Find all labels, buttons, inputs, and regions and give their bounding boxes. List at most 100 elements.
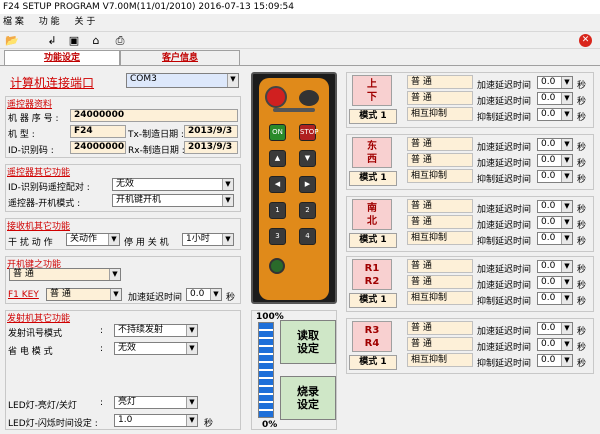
axis-button[interactable]: 上 下: [352, 75, 392, 106]
close-icon[interactable]: ✕: [579, 34, 592, 47]
axis-row1-mode[interactable]: 普 通: [407, 75, 473, 89]
stop-select[interactable]: 1小时 ▼: [182, 233, 234, 246]
write-settings-label: 烧录 设定: [297, 385, 319, 411]
axis-row1-mode[interactable]: 普 通: [407, 259, 473, 273]
chevron-down-icon: ▼: [561, 217, 572, 228]
menubar: 檔 案 功 能 关 于: [0, 14, 600, 31]
accel-delay-label: 加速延迟时间: [477, 81, 532, 91]
write-settings-button[interactable]: 烧录 设定: [280, 376, 336, 420]
axis-button[interactable]: 东 西: [352, 137, 392, 168]
accel-delay-label: 加速延迟时间: [477, 265, 532, 275]
chevron-down-icon: ▼: [561, 139, 572, 150]
axis-button[interactable]: 南 北: [352, 199, 392, 230]
axis-row2-mode[interactable]: 普 通: [407, 215, 473, 229]
remote-key-2: 2: [299, 202, 316, 219]
delay-select[interactable]: 0.0 ▼: [537, 292, 573, 305]
port-select[interactable]: COM3 ▼: [126, 73, 239, 88]
power-save-select[interactable]: 无效 ▼: [114, 342, 198, 355]
axis-mode-select[interactable]: 模式 1: [349, 233, 397, 248]
delay-select[interactable]: 0.0 ▼: [537, 276, 573, 289]
delay-select[interactable]: 0.0 ▼: [537, 170, 573, 183]
delay-unit: 秒: [577, 97, 587, 107]
chevron-down-icon: ▼: [561, 355, 572, 366]
delay-unit: 秒: [577, 237, 587, 247]
flash-unit: 秒: [204, 419, 214, 429]
delay-unit: 秒: [577, 343, 587, 353]
delay-unit: 秒: [577, 221, 587, 231]
print-icon[interactable]: ⎙: [112, 34, 128, 47]
delay-select[interactable]: 0.0 ▼: [537, 200, 573, 213]
suppress-delay-label: 抑制延迟时间: [477, 237, 532, 247]
suppress-delay-label: 抑制延迟时间: [477, 297, 532, 307]
menu-about[interactable]: 关 于: [75, 17, 96, 27]
chevron-down-icon: ▼: [110, 289, 121, 300]
delay-select[interactable]: 0.0 ▼: [537, 322, 573, 335]
alarm-select[interactable]: 不持续发射 ▼: [114, 324, 198, 337]
transmitter-title: 发射机其它功能: [7, 314, 71, 324]
id-label: ID-识别码 :: [8, 146, 54, 156]
delay-select[interactable]: 0.0 ▼: [537, 76, 573, 89]
delay-select[interactable]: 0.0 ▼: [537, 338, 573, 351]
read-settings-button[interactable]: 读取 设定: [280, 320, 336, 364]
alarm-colon: :: [100, 326, 104, 336]
delay-select[interactable]: 0.0 ▼: [537, 232, 573, 245]
delay-select[interactable]: 0.0 ▼: [537, 108, 573, 121]
axis-suppress-mode[interactable]: 相互抑制: [407, 231, 473, 245]
remote-key-4: 4: [299, 228, 316, 245]
tab-customer[interactable]: 客户信息: [120, 50, 240, 66]
axis-row1-mode[interactable]: 普 通: [407, 321, 473, 335]
axis-suppress-mode[interactable]: 相互抑制: [407, 169, 473, 183]
open-icon[interactable]: 📂: [4, 34, 20, 47]
startup-mode-select[interactable]: 开机键开机 ▼: [112, 194, 234, 207]
pair-select[interactable]: 无效 ▼: [112, 178, 234, 191]
menu-function[interactable]: 功 能: [39, 17, 60, 27]
axis-group: 上 下 模式 1 普 通 普 通 相互抑制 加速延迟时间 加速延迟时间 抑制延迟…: [346, 72, 594, 128]
power-save-label: 省 电 模 式: [8, 347, 53, 357]
delay-select[interactable]: 0.0 ▼: [537, 138, 573, 151]
axis-mode-select[interactable]: 模式 1: [349, 109, 397, 124]
powerkey-mode-select[interactable]: 普 通 ▼: [9, 268, 121, 281]
axis-row2-mode[interactable]: 普 通: [407, 91, 473, 105]
axis-row2-mode[interactable]: 普 通: [407, 337, 473, 351]
powerkey-mode-value: 普 通: [13, 269, 34, 279]
arrow-icon[interactable]: ↲: [44, 34, 60, 47]
flash-select[interactable]: 1.0 ▼: [114, 414, 198, 427]
delay-select[interactable]: 0.0 ▼: [537, 216, 573, 229]
delay-select[interactable]: 0.0 ▼: [537, 92, 573, 105]
axis-row2-mode[interactable]: 普 通: [407, 275, 473, 289]
axis-row1-mode[interactable]: 普 通: [407, 199, 473, 213]
id-field: 24000000: [70, 141, 126, 154]
axis-row2-mode[interactable]: 普 通: [407, 153, 473, 167]
delay-select[interactable]: 0.0 ▼: [537, 354, 573, 367]
delay-unit: 秒: [577, 205, 587, 215]
delay-value: 0.0: [541, 171, 556, 181]
tab-function[interactable]: 功能设定: [4, 50, 120, 66]
chevron-down-icon: ▼: [561, 261, 572, 272]
chevron-down-icon: ▼: [222, 234, 233, 245]
power-save-value: 无效: [118, 343, 137, 353]
axis-mode-select[interactable]: 模式 1: [349, 171, 397, 186]
axis-mode-select[interactable]: 模式 1: [349, 355, 397, 370]
delay-value: 0.0: [541, 261, 556, 271]
save-icon[interactable]: ▣: [66, 34, 82, 47]
f1-delay-select[interactable]: 0.0 ▼: [186, 288, 222, 301]
delay-select[interactable]: 0.0 ▼: [537, 260, 573, 273]
interference-select[interactable]: 关动作 ▼: [66, 233, 120, 246]
axis-suppress-mode[interactable]: 相互抑制: [407, 353, 473, 367]
f1-key-select[interactable]: 普 通 ▼: [46, 288, 122, 301]
axis-button[interactable]: R1 R2: [352, 259, 392, 290]
delay-select[interactable]: 0.0 ▼: [537, 154, 573, 167]
power-save-colon: :: [100, 344, 104, 354]
serial-label: 机 器 序 号 :: [8, 114, 59, 124]
axis-suppress-mode[interactable]: 相互抑制: [407, 291, 473, 305]
home-icon[interactable]: ⌂: [88, 34, 104, 47]
axis-mode-select[interactable]: 模式 1: [349, 293, 397, 308]
chevron-down-icon: ▼: [109, 269, 120, 280]
axis-button[interactable]: R3 R4: [352, 321, 392, 352]
axis-row1-mode[interactable]: 普 通: [407, 137, 473, 151]
delay-unit: 秒: [577, 159, 587, 169]
delay-value: 0.0: [541, 355, 556, 365]
led-select[interactable]: 亮灯 ▼: [114, 396, 198, 409]
menu-file[interactable]: 檔 案: [3, 17, 24, 27]
axis-suppress-mode[interactable]: 相互抑制: [407, 107, 473, 121]
